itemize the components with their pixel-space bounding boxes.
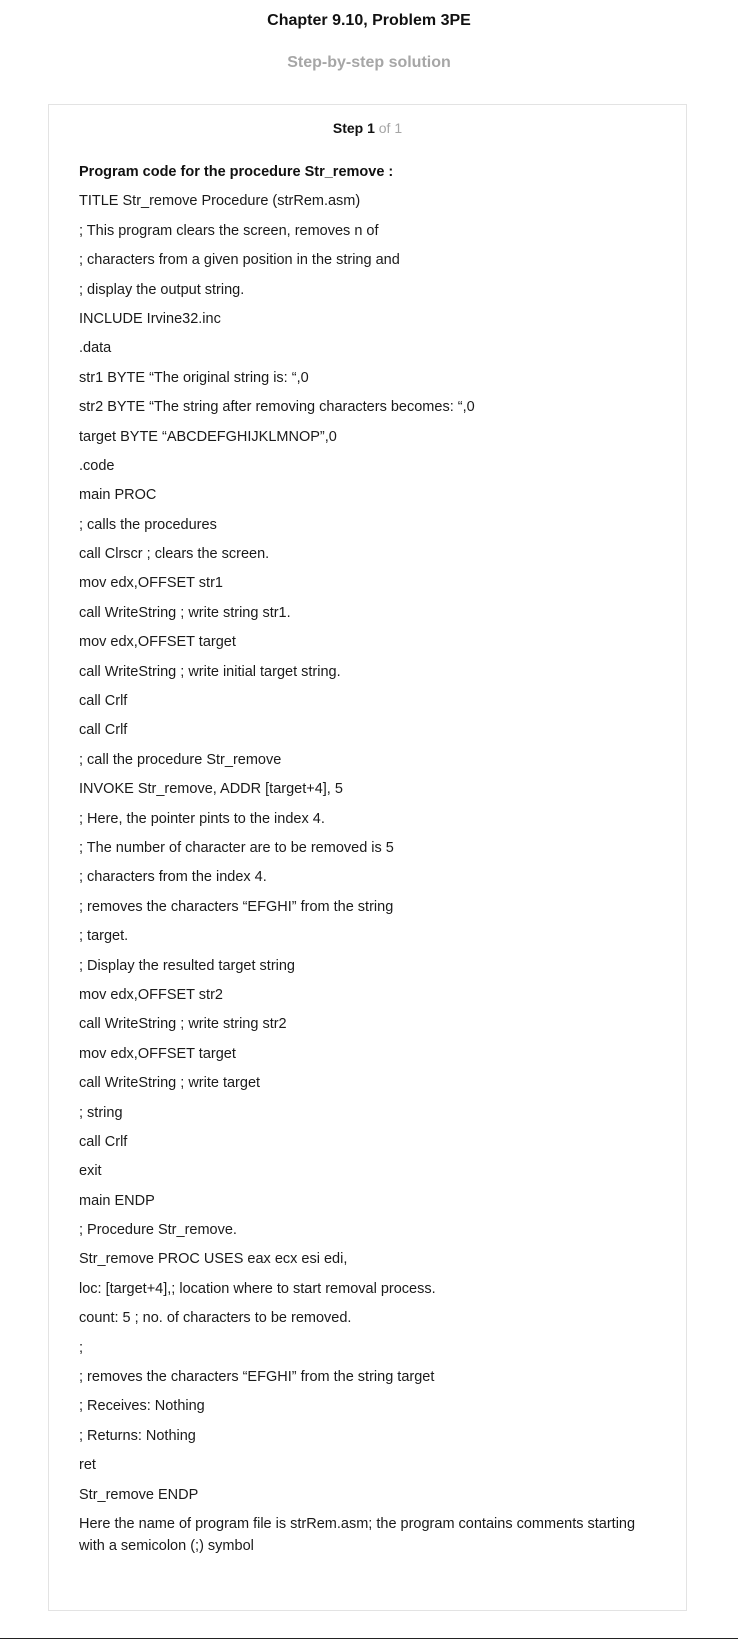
code-line: ; removes the characters “EFGHI” from th…	[79, 1369, 435, 1386]
code-line: str2 BYTE “The string after removing cha…	[79, 399, 475, 416]
code-line: Str_remove PROC USES eax ecx esi edi,	[79, 1251, 348, 1268]
code-line: call Crlf	[79, 722, 128, 739]
code-line: call Crlf	[79, 693, 128, 710]
code-line: ; Procedure Str_remove.	[79, 1222, 237, 1239]
code-line: ret	[79, 1457, 96, 1474]
code-line: call WriteString ; write initial target …	[79, 663, 341, 680]
step-count: of 1	[378, 120, 403, 136]
code-line: call Clrscr ; clears the screen.	[79, 546, 270, 563]
code-line: call WriteString ; write string str2	[79, 1016, 287, 1033]
code-line: ; The number of character are to be remo…	[79, 839, 394, 856]
code-line: ; characters from the index 4.	[79, 869, 267, 886]
code-line: ; Receives: Nothing	[79, 1398, 205, 1415]
code-line: exit	[79, 1163, 102, 1180]
code-line: mov edx,OFFSET str1	[79, 575, 223, 592]
code-line: TITLE Str_remove Procedure (strRem.asm)	[79, 193, 361, 210]
code-line: ; string	[79, 1104, 123, 1121]
code-line: call WriteString ; write target	[79, 1075, 261, 1092]
code-line: ; call the procedure Str_remove	[79, 751, 282, 768]
solution-card: Step 1 of 1 Program code for the procedu…	[48, 104, 687, 1611]
code-line: target BYTE “ABCDEFGHIJKLMNOP”,0	[79, 428, 337, 445]
code-line: INVOKE Str_remove, ADDR [target+4], 5	[79, 781, 343, 798]
code-block: TITLE Str_remove Procedure (strRem.asm);…	[79, 192, 659, 1515]
page-title: Chapter 9.10, Problem 3PE	[267, 12, 471, 29]
solution-body: Program code for the procedure Str_remov…	[79, 163, 659, 1557]
code-line: mov edx,OFFSET str2	[79, 986, 223, 1003]
code-line: mov edx,OFFSET target	[79, 634, 236, 651]
code-line: str1 BYTE “The original string is: “,0	[79, 369, 309, 386]
code-line: .code	[79, 457, 115, 474]
code-line: Str_remove ENDP	[79, 1486, 199, 1503]
code-line: ; This program clears the screen, remove…	[79, 222, 379, 239]
code-line: main ENDP	[79, 1192, 155, 1209]
page-subtitle: Step-by-step solution	[287, 54, 451, 71]
code-line: .data	[79, 340, 112, 357]
code-line: mov edx,OFFSET target	[79, 1045, 236, 1062]
code-line: call Crlf	[79, 1133, 128, 1150]
code-line: ; removes the characters “EFGHI” from th…	[79, 898, 394, 915]
code-line: ; calls the procedures	[79, 516, 217, 533]
code-line: ; Returns: Nothing	[79, 1427, 196, 1444]
step-header: Step 1 of 1	[49, 119, 686, 137]
section-heading: Program code for the procedure Str_remov…	[79, 164, 394, 180]
page-bottom-rule	[0, 1638, 738, 1639]
code-line: ; Display the resulted target string	[79, 957, 295, 974]
code-line: ; display the output string.	[79, 281, 245, 298]
step-label: Step 1	[332, 120, 375, 136]
code-line: ;	[79, 1339, 84, 1356]
code-line: count: 5 ; no. of characters to be remov…	[79, 1310, 352, 1327]
code-line: loc: [target+4],; location where to star…	[79, 1280, 436, 1297]
code-line: ; Here, the pointer pints to the index 4…	[79, 810, 325, 827]
code-line: main PROC	[79, 487, 157, 504]
code-line: ; target.	[79, 928, 129, 945]
code-line: call WriteString ; write string str1.	[79, 604, 291, 621]
closing-text: Here the name of program file is strRem.…	[79, 1515, 636, 1554]
code-line: INCLUDE Irvine32.inc	[79, 310, 221, 327]
code-line: ; characters from a given position in th…	[79, 252, 400, 269]
